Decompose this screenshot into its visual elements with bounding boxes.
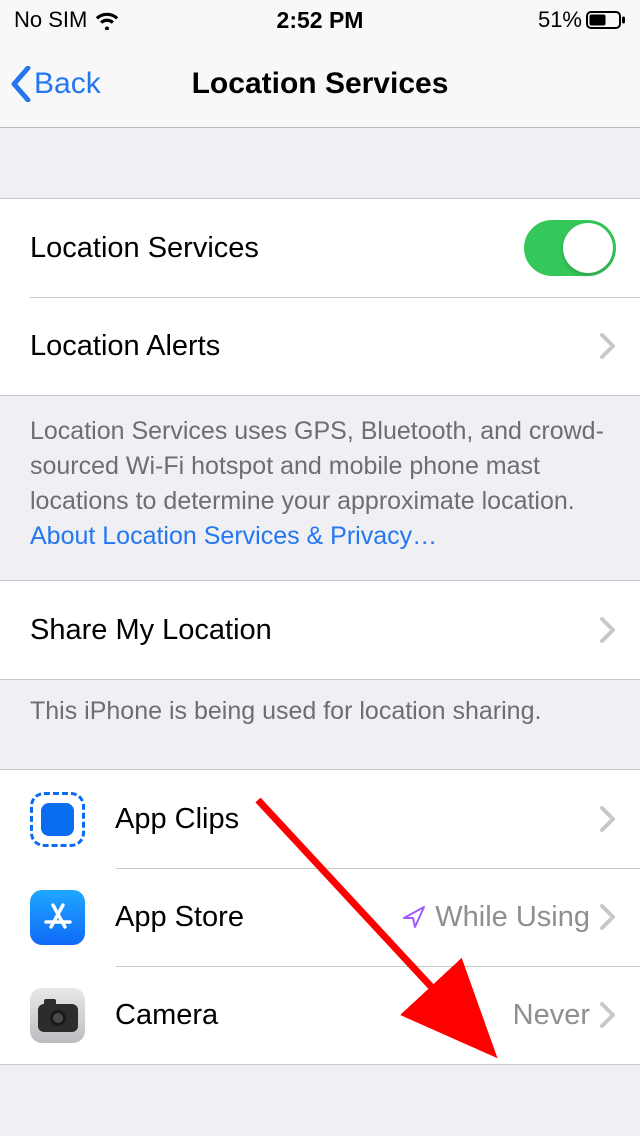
row-label: App Store <box>115 901 401 934</box>
app-store-icon <box>30 890 85 945</box>
back-label: Back <box>34 67 101 101</box>
row-label: Location Alerts <box>30 330 600 363</box>
row-location-alerts[interactable]: Location Alerts <box>0 297 640 395</box>
about-location-link[interactable]: About Location Services & Privacy… <box>30 522 437 550</box>
chevron-right-icon <box>600 904 616 930</box>
row-camera[interactable]: Camera Never <box>0 966 640 1064</box>
footer-text: Location Services uses GPS, Bluetooth, a… <box>30 417 604 515</box>
battery-pct: 51% <box>538 7 582 33</box>
location-services-toggle[interactable] <box>524 220 616 276</box>
settings-group-main: Location Services Location Alerts <box>0 198 640 396</box>
carrier-label: No SIM <box>14 7 87 33</box>
chevron-right-icon <box>600 806 616 832</box>
chevron-right-icon <box>600 617 616 643</box>
row-app-store[interactable]: App Store While Using <box>0 868 640 966</box>
chevron-right-icon <box>600 333 616 359</box>
footer-share-desc: This iPhone is being used for location s… <box>0 680 640 769</box>
wifi-icon <box>95 10 119 30</box>
chevron-left-icon <box>10 66 32 102</box>
location-arrow-icon <box>401 904 427 930</box>
status-bar: No SIM 2:52 PM 51% <box>0 0 640 40</box>
settings-group-apps: App Clips App Store While Using Camera N… <box>0 769 640 1065</box>
row-location-services[interactable]: Location Services <box>0 199 640 297</box>
battery-icon <box>586 11 626 29</box>
row-label: Location Services <box>30 232 524 265</box>
row-value: While Using <box>435 901 590 934</box>
footer-location-desc: Location Services uses GPS, Bluetooth, a… <box>0 396 640 580</box>
back-button[interactable]: Back <box>0 66 101 102</box>
chevron-right-icon <box>600 1002 616 1028</box>
row-share-my-location[interactable]: Share My Location <box>0 581 640 679</box>
row-label: App Clips <box>115 803 600 836</box>
row-app-clips[interactable]: App Clips <box>0 770 640 868</box>
row-label: Camera <box>115 999 513 1032</box>
settings-group-share: Share My Location <box>0 580 640 680</box>
row-value: Never <box>513 999 590 1032</box>
nav-bar: Back Location Services <box>0 40 640 128</box>
camera-icon <box>30 988 85 1043</box>
app-clips-icon <box>30 792 85 847</box>
footer-text: This iPhone is being used for location s… <box>30 697 541 725</box>
row-label: Share My Location <box>30 614 600 647</box>
